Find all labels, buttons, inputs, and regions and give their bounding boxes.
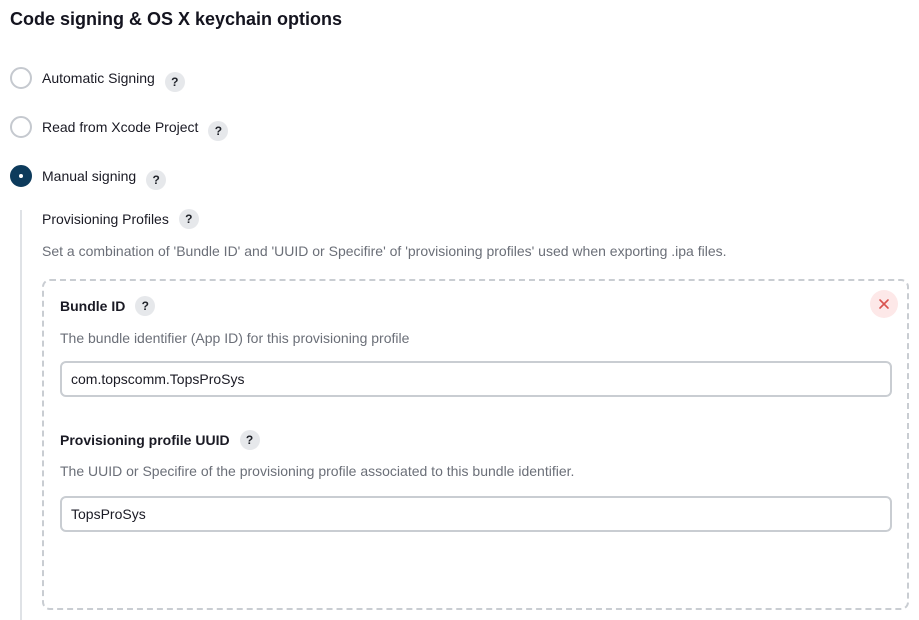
help-icon[interactable]: ?: [178, 209, 199, 229]
bundle-id-description: The bundle identifier (App ID) for this …: [60, 330, 410, 346]
help-icon[interactable]: ?: [239, 430, 260, 450]
radio-manual-signing[interactable]: [10, 165, 32, 187]
help-icon[interactable]: ?: [146, 170, 167, 190]
uuid-description: The UUID or Specifire of the provisionin…: [60, 463, 575, 479]
bundle-id-label: Bundle ID: [60, 298, 126, 314]
help-icon[interactable]: ?: [135, 296, 156, 316]
nested-section-line: [20, 210, 22, 620]
section-title: Code signing & OS X keychain options: [10, 9, 343, 29]
provisioning-profiles-heading: Provisioning Profiles ?: [42, 208, 199, 230]
provisioning-profiles-description: Set a combination of 'Bundle ID' and 'UU…: [42, 243, 727, 259]
radio-label-read-from-xcode[interactable]: Read from Xcode Project: [42, 119, 198, 135]
radio-option-manual-signing[interactable]: Manual signing ?: [10, 164, 167, 190]
radio-option-read-from-xcode[interactable]: Read from Xcode Project ?: [10, 115, 229, 141]
radio-read-from-xcode[interactable]: [10, 116, 32, 138]
radio-label-manual-signing[interactable]: Manual signing: [42, 168, 136, 184]
bundle-id-heading: Bundle ID ?: [60, 295, 156, 317]
radio-label-automatic-signing[interactable]: Automatic Signing: [42, 70, 155, 86]
provisioning-profiles-label: Provisioning Profiles: [42, 211, 169, 227]
uuid-heading: Provisioning profile UUID ?: [60, 429, 260, 451]
radio-option-automatic-signing[interactable]: Automatic Signing ?: [10, 66, 185, 92]
delete-profile-button[interactable]: [870, 290, 898, 318]
code-signing-panel: Code signing & OS X keychain options Aut…: [0, 0, 919, 620]
close-icon: [879, 299, 889, 309]
uuid-label: Provisioning profile UUID: [60, 432, 230, 448]
bundle-id-input[interactable]: [60, 361, 892, 397]
help-icon[interactable]: ?: [164, 72, 185, 92]
uuid-input[interactable]: [60, 496, 892, 532]
radio-automatic-signing[interactable]: [10, 67, 32, 89]
help-icon[interactable]: ?: [208, 121, 229, 141]
